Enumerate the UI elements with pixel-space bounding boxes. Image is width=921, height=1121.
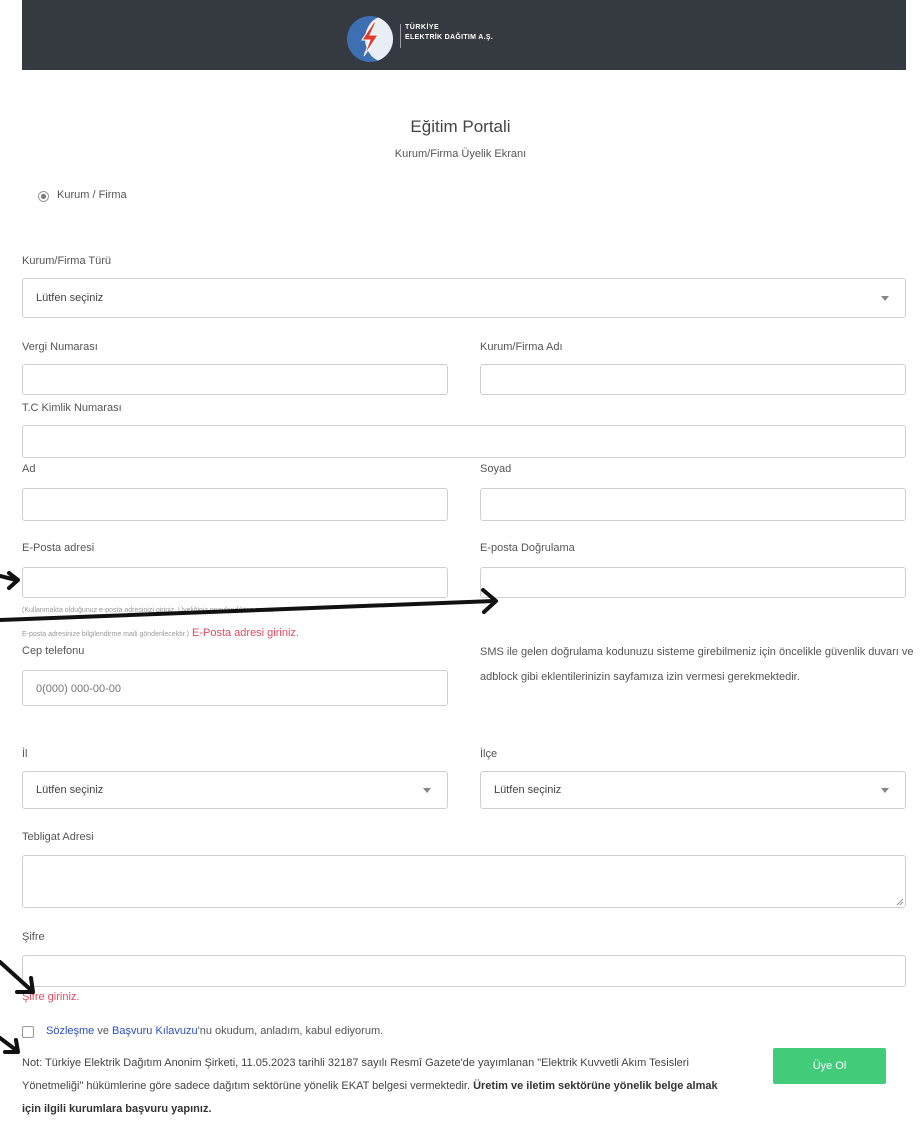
email-confirm-input[interactable] (480, 567, 906, 598)
phone-label: Cep telefonu (22, 645, 85, 657)
arrow-to-email-icon (0, 571, 20, 590)
page-subtitle: Kurum/Firma Üyelik Ekranı (394, 148, 527, 160)
chevron-down-icon (881, 788, 889, 793)
email-confirm-label: E-posta Doğrulama (480, 542, 575, 554)
email-input[interactable] (22, 567, 448, 598)
brand-name-line1: TÜRKİYE (405, 24, 440, 31)
org-name-label: Kurum/Firma Adı (480, 341, 563, 353)
membership-type-radio[interactable] (38, 191, 49, 202)
logo-divider (400, 24, 401, 48)
org-name-input[interactable] (480, 364, 906, 395)
email-label: E-Posta adresi (22, 542, 95, 554)
contract-link[interactable]: Sözleşme (46, 1025, 94, 1037)
address-label: Tebligat Adresi (22, 831, 94, 843)
email-hint-row: E-posta adresinize bilgilendirme maili g… (22, 627, 299, 639)
district-select[interactable]: Lütfen seçiniz (480, 771, 906, 809)
resize-handle-icon[interactable] (896, 898, 904, 906)
org-type-label: Kurum/Firma Türü (22, 255, 112, 267)
address-textarea[interactable] (22, 855, 906, 908)
ekat-note: Not: Türkiye Elektrik Dağıtım Anonim Şir… (22, 1052, 722, 1121)
last-name-input[interactable] (480, 488, 906, 521)
chevron-down-icon (423, 788, 431, 793)
agreement-conj: ve (94, 1025, 113, 1037)
email-hint-line1: (Kullanmakta olduğunuz e-posta adresiniz… (22, 607, 273, 614)
city-select[interactable]: Lütfen seçiniz (22, 771, 448, 809)
tax-number-input[interactable] (22, 364, 448, 395)
arrow-to-note-icon (0, 1036, 20, 1054)
password-error: Şifre giriniz. (22, 991, 80, 1003)
page-title: Eğitim Portali (410, 117, 511, 136)
register-button[interactable]: Üye Ol (773, 1048, 886, 1084)
tax-number-label: Vergi Numarası (22, 341, 98, 353)
email-hint-line2: E-posta adresinize bilgilendirme maili g… (22, 631, 189, 638)
tc-number-label: T.C Kimlik Numarası (22, 402, 122, 414)
agreement-text: Sözleşme ve Başvuru Kılavuzu'nu okudum, … (46, 1025, 383, 1037)
first-name-input[interactable] (22, 488, 448, 521)
org-type-select[interactable]: Lütfen seçiniz (22, 278, 906, 318)
city-value: Lütfen seçiniz (36, 784, 104, 796)
brand-name-line2: ELEKTRİK DAĞITIM A.Ş. (405, 34, 494, 41)
email-error: E-Posta adresi giriniz. (191, 627, 299, 639)
district-label: İlçe (480, 748, 498, 760)
chevron-down-icon (881, 296, 889, 301)
city-label: İl (22, 748, 28, 760)
agreement-checkbox[interactable] (22, 1026, 34, 1038)
tedas-logo-icon (347, 16, 393, 62)
password-label: Şifre (22, 931, 45, 943)
phone-input[interactable]: 0(000) 000-00-00 (22, 670, 448, 706)
phone-placeholder: 0(000) 000-00-00 (36, 683, 122, 695)
district-value: Lütfen seçiniz (494, 784, 562, 796)
org-type-value: Lütfen seçiniz (36, 292, 104, 304)
membership-type-label: Kurum / Firma (57, 189, 127, 201)
agreement-rest: 'nu okudum, anladım, kabul ediyorum. (197, 1025, 384, 1037)
first-name-label: Ad (22, 463, 36, 475)
password-input[interactable] (22, 955, 906, 987)
sms-notice: SMS ile gelen doğrulama kodunuzu sisteme… (480, 646, 914, 683)
last-name-label: Soyad (480, 463, 512, 475)
guide-link[interactable]: Başvuru Kılavuzu (112, 1025, 198, 1037)
annotation-arrows (0, 571, 498, 1054)
tc-number-input[interactable] (22, 425, 906, 458)
